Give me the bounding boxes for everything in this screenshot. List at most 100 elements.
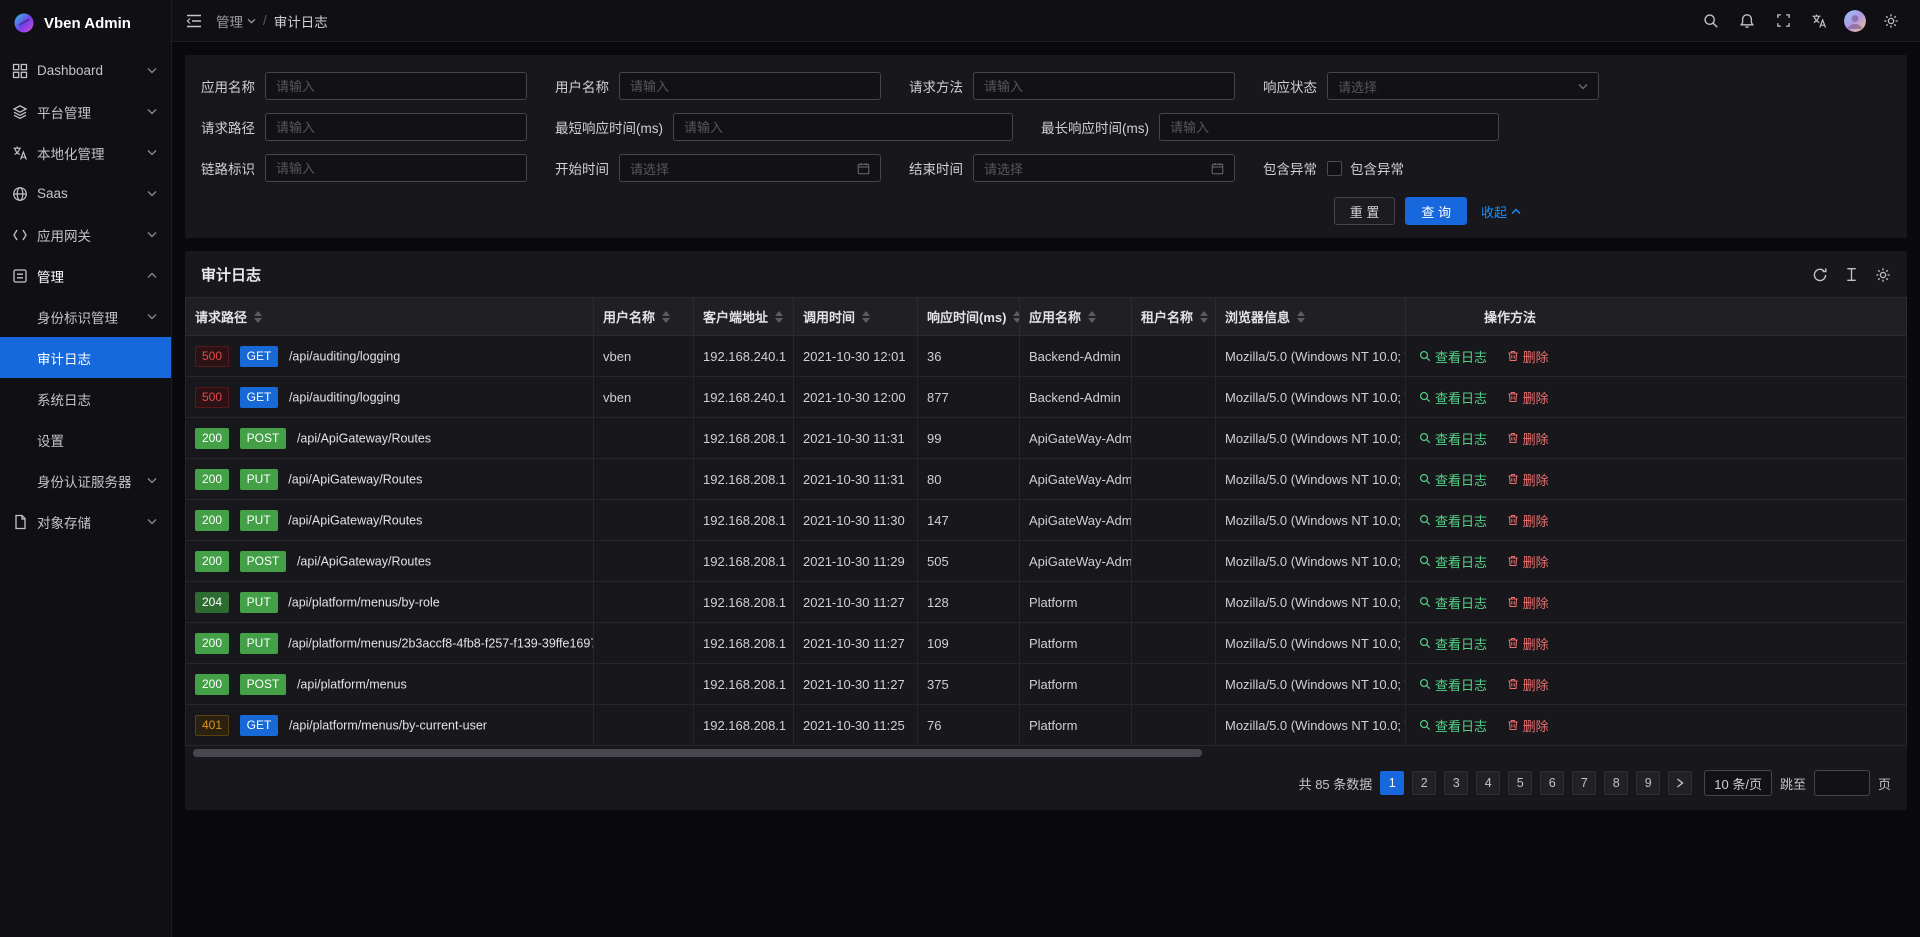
scrollbar-thumb[interactable] xyxy=(193,749,1202,757)
view-log-button[interactable]: 查看日志 xyxy=(1419,347,1487,366)
page-button[interactable]: 5 xyxy=(1508,771,1532,795)
table-row[interactable]: 200 POST /api/platform/menus 192.168.208… xyxy=(186,664,1907,705)
collapse-link[interactable]: 收起 xyxy=(1481,202,1521,221)
page-size-select[interactable]: 10 条/页 xyxy=(1704,770,1772,796)
has-exception-checkbox[interactable] xyxy=(1327,161,1342,176)
sidebar-item-gateway[interactable]: 应用网关 xyxy=(0,214,171,255)
view-log-button[interactable]: 查看日志 xyxy=(1419,429,1487,448)
calendar-icon xyxy=(1211,162,1224,175)
delete-button[interactable]: 删除 xyxy=(1507,675,1549,694)
magnifier-icon xyxy=(1419,719,1431,731)
chevron-down-icon xyxy=(147,231,157,238)
start-time-picker[interactable]: 请选择 xyxy=(619,154,881,182)
response-status-select[interactable]: 请选择 xyxy=(1327,72,1599,100)
delete-button[interactable]: 删除 xyxy=(1507,388,1549,407)
user-name-input[interactable] xyxy=(619,72,881,100)
min-response-time-input[interactable] xyxy=(673,113,1013,141)
fullscreen-icon[interactable] xyxy=(1768,6,1798,36)
max-response-time-input[interactable] xyxy=(1159,113,1499,141)
table-row[interactable]: 204 PUT /api/platform/menus/by-role 192.… xyxy=(186,582,1907,623)
column-header-browser-info[interactable]: 浏览器信息 xyxy=(1216,298,1406,336)
delete-button[interactable]: 删除 xyxy=(1507,429,1549,448)
response-time-cell: 76 xyxy=(918,705,1020,746)
search-icon[interactable] xyxy=(1696,6,1726,36)
table-row[interactable]: 200 PUT /api/ApiGateway/Routes 192.168.2… xyxy=(186,500,1907,541)
page-button[interactable]: 9 xyxy=(1636,771,1660,795)
app-name-input[interactable] xyxy=(265,72,527,100)
request-path-input[interactable] xyxy=(265,113,527,141)
delete-button[interactable]: 删除 xyxy=(1507,511,1549,530)
query-button[interactable]: 查 询 xyxy=(1405,197,1467,225)
row-height-icon[interactable] xyxy=(1844,267,1859,283)
delete-button[interactable]: 删除 xyxy=(1507,634,1549,653)
page-button[interactable]: 8 xyxy=(1604,771,1628,795)
request-path: /api/platform/menus/by-current-user xyxy=(289,718,487,732)
page-button[interactable]: 3 xyxy=(1444,771,1468,795)
view-log-button[interactable]: 查看日志 xyxy=(1419,552,1487,571)
column-header-request-path[interactable]: 请求路径 xyxy=(186,298,594,336)
sidebar-item-management[interactable]: 管理 xyxy=(0,255,171,296)
call-time-cell: 2021-10-30 11:27 xyxy=(794,623,918,664)
view-log-button[interactable]: 查看日志 xyxy=(1419,470,1487,489)
table-row[interactable]: 200 PUT /api/ApiGateway/Routes 192.168.2… xyxy=(186,459,1907,500)
tenant-name-cell xyxy=(1132,500,1216,541)
request-method-input[interactable] xyxy=(973,72,1235,100)
sidebar-item-object-storage[interactable]: 对象存储 xyxy=(0,501,171,542)
sidebar-item-platform[interactable]: 平台管理 xyxy=(0,91,171,132)
view-log-button[interactable]: 查看日志 xyxy=(1419,388,1487,407)
view-log-button[interactable]: 查看日志 xyxy=(1419,593,1487,612)
translate-icon[interactable] xyxy=(1804,6,1834,36)
sidebar-item-settings[interactable]: 设置 xyxy=(0,419,171,460)
column-settings-icon[interactable] xyxy=(1875,267,1891,283)
view-log-button[interactable]: 查看日志 xyxy=(1419,716,1487,735)
column-header-app-name[interactable]: 应用名称 xyxy=(1020,298,1132,336)
sidebar-item-system-log[interactable]: 系统日志 xyxy=(0,378,171,419)
sidebar-item-audit-log[interactable]: 审计日志 xyxy=(0,337,171,378)
browser-info-cell: Mozilla/5.0 (Windows NT 10.0; Win xyxy=(1216,705,1406,746)
view-log-button[interactable]: 查看日志 xyxy=(1419,634,1487,653)
sidebar-item-localization[interactable]: 本地化管理 xyxy=(0,132,171,173)
chevron-down-icon xyxy=(147,67,157,74)
app-name-cell: Backend-Admin xyxy=(1020,336,1132,377)
breadcrumb-root[interactable]: 管理 xyxy=(216,11,256,31)
page-button[interactable]: 6 xyxy=(1540,771,1564,795)
delete-button[interactable]: 删除 xyxy=(1507,552,1549,571)
column-header-tenant-name[interactable]: 租户名称 xyxy=(1132,298,1216,336)
column-header-client-address[interactable]: 客户端地址 xyxy=(694,298,794,336)
table-row[interactable]: 500 GET /api/auditing/logging vben 192.1… xyxy=(186,377,1907,418)
page-button[interactable]: 7 xyxy=(1572,771,1596,795)
page-button[interactable]: 2 xyxy=(1412,771,1436,795)
sidebar-item-identity[interactable]: 身份标识管理 xyxy=(0,296,171,337)
bell-icon[interactable] xyxy=(1732,6,1762,36)
table-row[interactable]: 401 GET /api/platform/menus/by-current-u… xyxy=(186,705,1907,746)
view-log-button[interactable]: 查看日志 xyxy=(1419,511,1487,530)
page-button[interactable]: 4 xyxy=(1476,771,1500,795)
view-log-button[interactable]: 查看日志 xyxy=(1419,675,1487,694)
refresh-icon[interactable] xyxy=(1812,267,1828,283)
table-toolbar xyxy=(1812,267,1891,283)
column-header-user-name[interactable]: 用户名称 xyxy=(594,298,694,336)
sidebar-fold-icon[interactable] xyxy=(186,14,202,28)
column-header-call-time[interactable]: 调用时间 xyxy=(794,298,918,336)
logo[interactable]: Vben Admin xyxy=(0,0,171,46)
reset-button[interactable]: 重 置 xyxy=(1334,197,1396,225)
delete-button[interactable]: 删除 xyxy=(1507,470,1549,489)
table-row[interactable]: 200 PUT /api/platform/menus/2b3accf8-4fb… xyxy=(186,623,1907,664)
sidebar-item-saas[interactable]: Saas xyxy=(0,173,171,214)
page-button[interactable]: 1 xyxy=(1380,771,1404,795)
avatar[interactable] xyxy=(1840,6,1870,36)
delete-button[interactable]: 删除 xyxy=(1507,716,1549,735)
end-time-picker[interactable]: 请选择 xyxy=(973,154,1235,182)
next-page-button[interactable] xyxy=(1668,771,1692,795)
settings-gear-icon[interactable] xyxy=(1876,6,1906,36)
column-header-response-time[interactable]: 响应时间(ms) xyxy=(918,298,1020,336)
delete-button[interactable]: 删除 xyxy=(1507,347,1549,366)
sidebar-item-auth-server[interactable]: 身份认证服务器 xyxy=(0,460,171,501)
table-row[interactable]: 200 POST /api/ApiGateway/Routes 192.168.… xyxy=(186,418,1907,459)
jump-page-input[interactable] xyxy=(1814,770,1870,796)
sidebar-item-dashboard[interactable]: Dashboard xyxy=(0,50,171,91)
delete-button[interactable]: 删除 xyxy=(1507,593,1549,612)
table-row[interactable]: 500 GET /api/auditing/logging vben 192.1… xyxy=(186,336,1907,377)
trace-id-input[interactable] xyxy=(265,154,527,182)
table-row[interactable]: 200 POST /api/ApiGateway/Routes 192.168.… xyxy=(186,541,1907,582)
